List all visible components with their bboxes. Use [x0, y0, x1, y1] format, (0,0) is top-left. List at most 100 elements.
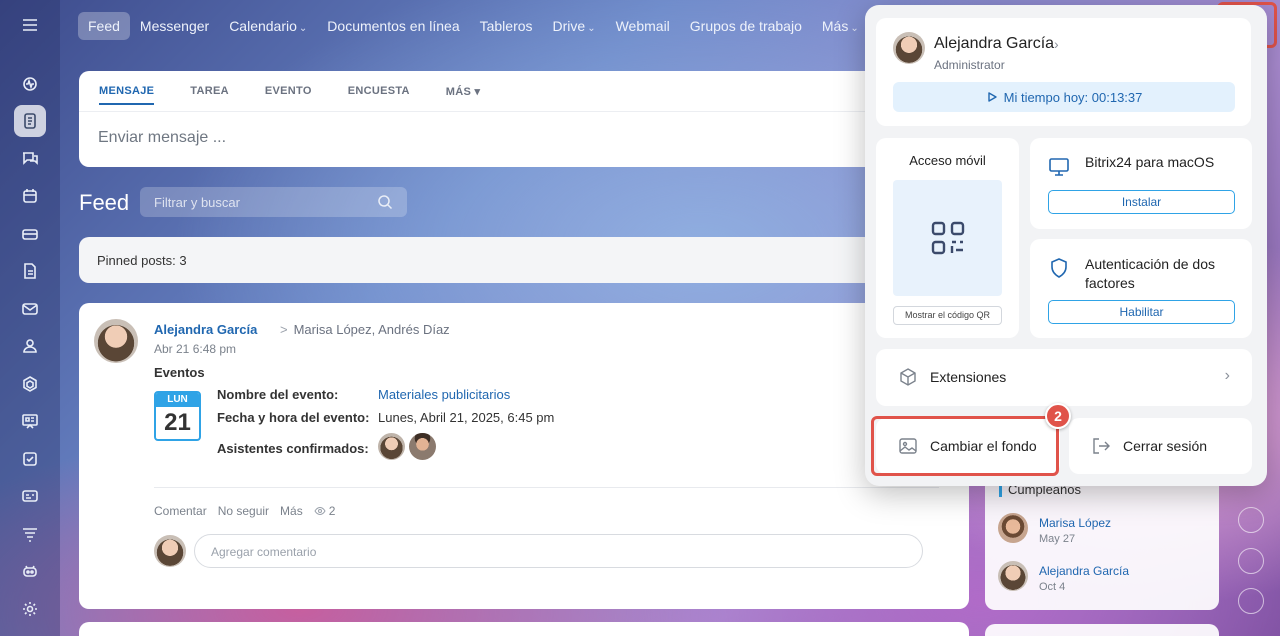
robot-icon[interactable] [14, 555, 46, 587]
chevron-right-icon[interactable]: › [1054, 36, 1059, 52]
birthdays-widget: Cumpleaños Marisa López May 27 Alejandra… [985, 470, 1219, 610]
nav-item-más[interactable]: Más ⌄ [812, 12, 869, 40]
event-name-row: Nombre del evento: Materiales publicitari… [217, 387, 510, 402]
nav-item-label: Grupos de trabajo [689, 18, 802, 34]
avatar[interactable] [409, 433, 436, 460]
post-section-title: Eventos [154, 365, 205, 380]
nav-item-label: Webmail [615, 18, 670, 34]
event-date-row: Fecha y hora del evento: Lunes, Abril 21,… [217, 410, 554, 425]
pinned-posts-bar[interactable]: Pinned posts: 3 [79, 237, 969, 283]
tab-encuesta[interactable]: ENCUESTA [348, 85, 410, 105]
settings-icon[interactable] [14, 593, 46, 625]
tab-tarea[interactable]: TAREA [190, 85, 229, 105]
event-name-link[interactable]: Materiales publicitarios [378, 387, 510, 402]
left-rail [0, 0, 60, 636]
hexagon-icon[interactable] [14, 368, 46, 400]
tab-evento[interactable]: EVENTO [265, 85, 312, 105]
filter-stack-icon[interactable] [14, 518, 46, 550]
search-input[interactable]: Filtrar y buscar [140, 187, 407, 217]
show-qr-button[interactable]: Mostrar el código QR [893, 306, 1002, 325]
qr-code-area[interactable] [893, 180, 1002, 296]
calendar-day: 21 [164, 409, 191, 436]
shield-icon [1051, 258, 1067, 278]
unfollow-link[interactable]: No seguir [218, 504, 269, 518]
comment-link[interactable]: Comentar [154, 504, 207, 518]
tab-mas[interactable]: MÁS ▾ [446, 85, 481, 105]
nav-item-documentos-en-línea[interactable]: Documentos en línea [317, 12, 469, 40]
recipient-arrow: > [280, 322, 288, 337]
id-card-icon[interactable] [14, 480, 46, 512]
tab-mensaje[interactable]: MENSAJE [99, 85, 155, 105]
more-link[interactable]: Más [280, 504, 303, 518]
document-icon[interactable] [14, 255, 46, 287]
nav-item-label: Messenger [139, 18, 210, 34]
nav-item-drive[interactable]: Drive ⌄ [543, 12, 606, 40]
attendee-avatars [378, 433, 436, 460]
sidebar-bubble[interactable] [1238, 588, 1264, 614]
next-post-card [79, 622, 969, 636]
mail-icon[interactable] [14, 293, 46, 325]
recipient-names[interactable]: Marisa López, Andrés Díaz [294, 322, 450, 337]
post-date[interactable]: Abr 21 6:48 pm [154, 342, 236, 356]
nav-item-grupos-de-trabajo[interactable]: Grupos de trabajo [680, 12, 812, 40]
nav-item-label: Documentos en línea [327, 18, 460, 34]
post-actions: Comentar No seguir Más 2 [154, 504, 335, 518]
contacts-icon[interactable] [14, 330, 46, 362]
feed-icon[interactable] [14, 105, 46, 137]
sidebar-card [985, 624, 1219, 636]
user-card: Alejandra García › Administrator Mi tiem… [876, 18, 1251, 126]
nav-item-tableros[interactable]: Tableros [470, 12, 543, 40]
board-icon[interactable] [14, 405, 46, 437]
qr-code-icon [931, 221, 964, 255]
nav-item-messenger[interactable]: Messenger [130, 12, 219, 40]
birthday-date: May 27 [1039, 533, 1076, 545]
logout-button[interactable]: Cerrar sesión [1069, 418, 1252, 474]
top-nav: Feed Messenger Calendario ⌄ Documentos en lí… [78, 12, 869, 40]
avatar [154, 535, 186, 567]
comment-input[interactable]: Agregar comentario [194, 534, 923, 568]
eye-icon [314, 506, 326, 516]
nav-item-webmail[interactable]: Webmail [606, 12, 680, 40]
avatar[interactable] [94, 319, 138, 363]
message-input[interactable]: Enviar mensaje ... [98, 129, 226, 147]
enable-button[interactable]: Habilitar [1048, 300, 1235, 324]
avatar [998, 561, 1028, 591]
chat-icon[interactable] [14, 142, 46, 174]
event-field-key: Fecha y hora del evento: [217, 410, 370, 425]
extensions-item[interactable]: Extensiones › [876, 349, 1252, 406]
divider [79, 111, 969, 112]
mobile-access-card: Acceso móvil Mostrar el código QR [876, 138, 1019, 338]
task-icon[interactable] [14, 443, 46, 475]
install-button[interactable]: Instalar [1048, 190, 1235, 214]
nav-item-feed[interactable]: Feed [78, 12, 130, 40]
logout-label: Cerrar sesión [1123, 438, 1208, 454]
event-field-key: Nombre del evento: [217, 387, 339, 402]
feed-post: Alejandra García > Marisa López, Andrés D… [79, 303, 969, 609]
box-icon [900, 368, 916, 386]
pinned-posts-label: Pinned posts: 3 [97, 253, 187, 268]
work-time-button[interactable]: Mi tiempo hoy: 00:13:37 [893, 82, 1235, 112]
event-field-key: Asistentes confirmados: [217, 441, 369, 456]
calendar-icon[interactable] [14, 180, 46, 212]
post-author[interactable]: Alejandra García [154, 322, 257, 337]
divider [154, 487, 939, 488]
birthday-name[interactable]: Marisa López [1039, 516, 1111, 530]
list-item[interactable]: Alejandra García Oct 4 [998, 561, 1129, 593]
pulse-icon[interactable] [14, 68, 46, 100]
birthday-name[interactable]: Alejandra García [1039, 564, 1129, 578]
search-icon [378, 195, 393, 210]
avatar[interactable] [378, 433, 405, 460]
sidebar-bubble[interactable] [1238, 548, 1264, 574]
two-factor-card: Autenticación de dos factores Habilitar [1030, 239, 1252, 338]
nav-item-calendario[interactable]: Calendario ⌄ [219, 12, 317, 40]
play-icon [987, 92, 997, 102]
sidebar-bubble[interactable] [1238, 507, 1264, 533]
mac-app-card: Bitrix24 para macOS Instalar [1030, 138, 1252, 229]
user-name[interactable]: Alejandra García [934, 35, 1054, 53]
avatar [998, 513, 1028, 543]
chevron-down-icon: ⌄ [298, 23, 308, 34]
avatar[interactable] [893, 32, 925, 64]
list-item[interactable]: Marisa López May 27 [998, 513, 1111, 545]
card-icon[interactable] [14, 218, 46, 250]
menu-icon[interactable] [14, 9, 46, 41]
